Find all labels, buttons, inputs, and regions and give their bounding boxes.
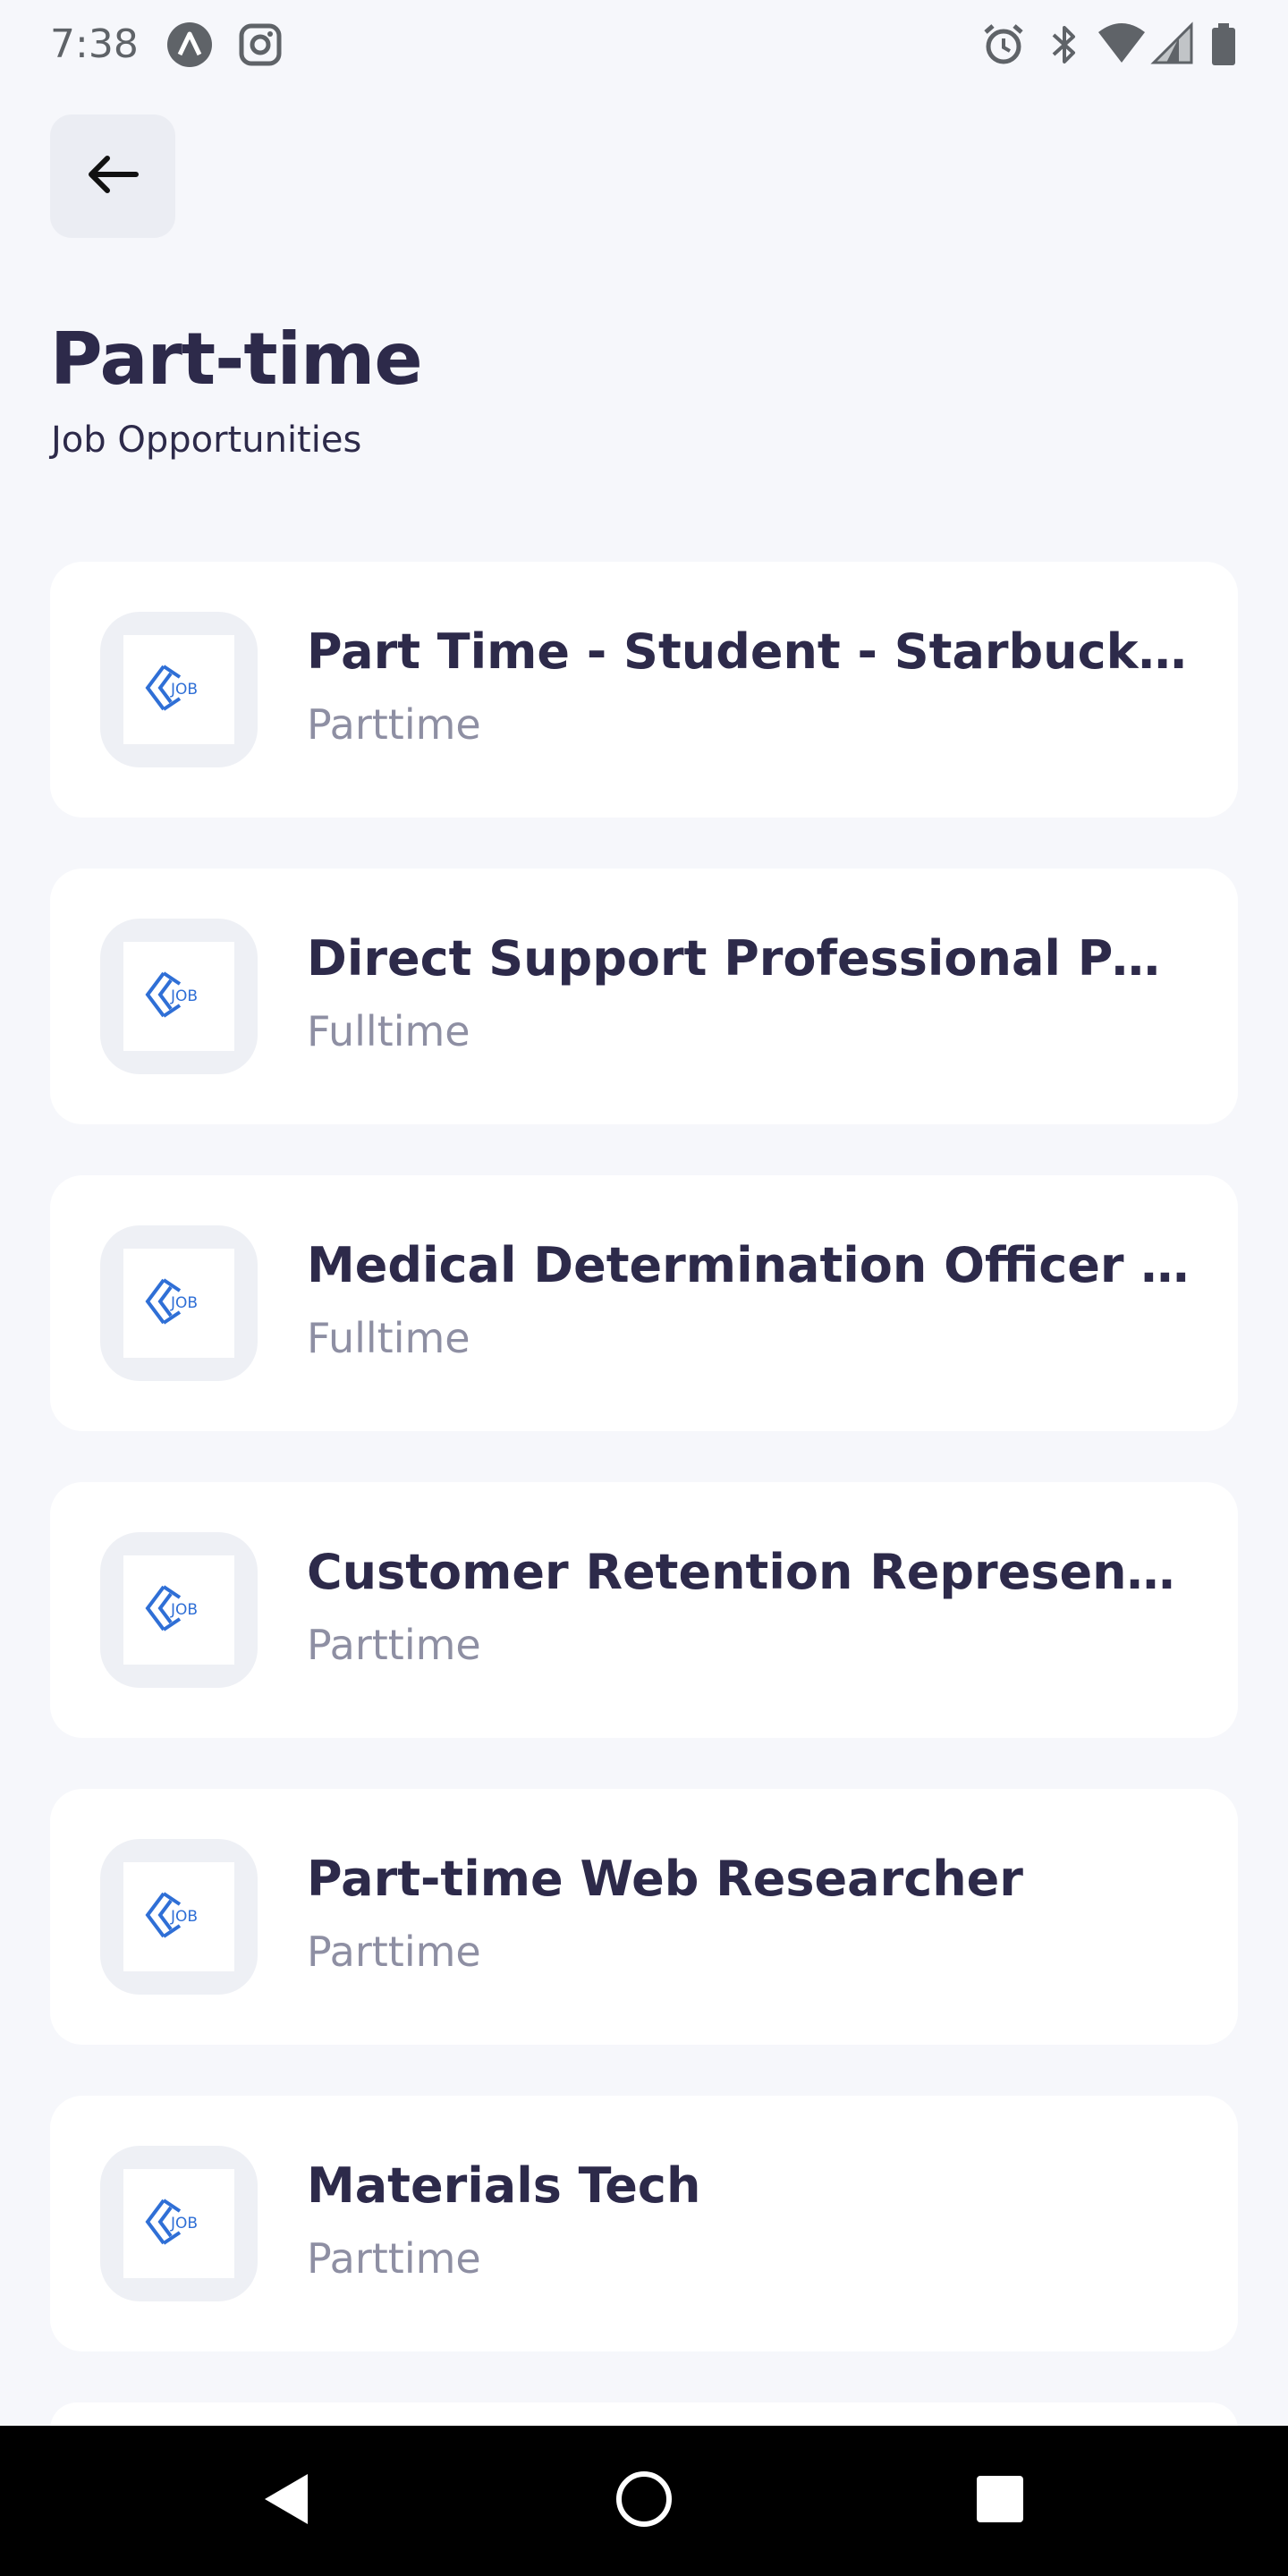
job-logo: JOB: [100, 2146, 258, 2301]
job-type: Parttime: [307, 1621, 481, 1669]
job-logo: JOB: [100, 1225, 258, 1381]
app-a-icon: [165, 21, 215, 68]
page-title: Part-time: [50, 318, 423, 401]
svg-text:JOB: JOB: [170, 1908, 198, 1926]
svg-text:JOB: JOB: [170, 987, 198, 1005]
job-logo: JOB: [100, 1532, 258, 1688]
job-type: Fulltime: [307, 1007, 470, 1055]
nav-back-icon: [261, 2470, 311, 2531]
arrow-left-icon: [86, 155, 140, 198]
svg-text:JOB: JOB: [170, 2215, 198, 2233]
job-card[interactable]: JOB Medical Determination Officer (P… Fu…: [50, 1175, 1238, 1431]
wifi-icon: [1097, 21, 1147, 68]
job-title: Materials Tech: [307, 2157, 701, 2214]
job-card[interactable]: JOB Customer Retention Representat… Part…: [50, 1482, 1238, 1738]
job-logo-icon: JOB: [144, 1275, 214, 1332]
job-card[interactable]: JOB Direct Support Professional Part-… F…: [50, 869, 1238, 1124]
system-nav-bar: [0, 2426, 1288, 2576]
status-bar: 7:38: [0, 0, 1288, 89]
job-logo-icon: JOB: [144, 1888, 214, 1945]
job-type: Parttime: [307, 700, 481, 749]
svg-text:JOB: JOB: [170, 1294, 198, 1312]
back-button[interactable]: [50, 114, 175, 238]
bluetooth-icon: [1045, 21, 1084, 68]
nav-home-button[interactable]: [599, 2426, 689, 2576]
job-logo: JOB: [100, 919, 258, 1074]
svg-text:JOB: JOB: [170, 681, 198, 699]
instagram-icon: [238, 21, 283, 68]
job-type: Parttime: [307, 1928, 481, 1976]
job-title: Part Time - Student - Starbucks…: [307, 623, 1192, 680]
job-logo-icon: JOB: [144, 661, 214, 718]
job-logo-icon: JOB: [144, 968, 214, 1025]
job-logo: JOB: [100, 612, 258, 767]
nav-home-icon: [614, 2470, 674, 2532]
job-type: Parttime: [307, 2234, 481, 2283]
job-type: Fulltime: [307, 1314, 470, 1362]
job-card[interactable]: JOB Part-time Web Researcher Parttime: [50, 1789, 1238, 2045]
battery-icon: [1209, 21, 1238, 68]
alarm-icon: [980, 21, 1027, 68]
nav-back-button[interactable]: [242, 2426, 331, 2576]
job-logo-icon: JOB: [144, 1581, 214, 1639]
job-logo: JOB: [100, 1839, 258, 1995]
signal-icon: [1150, 21, 1193, 68]
job-card[interactable]: JOB Materials Tech Parttime: [50, 2096, 1238, 2351]
screen: 7:38 Part-time Job Opportunities JOB Par…: [0, 0, 1288, 2576]
nav-recents-icon: [975, 2474, 1025, 2528]
job-logo-icon: JOB: [144, 2195, 214, 2252]
svg-text:JOB: JOB: [170, 1601, 198, 1619]
job-card[interactable]: JOB Part Time - Student - Starbucks… Par…: [50, 562, 1238, 818]
job-title: Part-time Web Researcher: [307, 1851, 1023, 1907]
page-subtitle: Job Opportunities: [51, 419, 362, 461]
job-title: Direct Support Professional Part-…: [307, 930, 1192, 987]
nav-recents-button[interactable]: [955, 2426, 1045, 2576]
job-title: Medical Determination Officer (P…: [307, 1237, 1192, 1293]
job-title: Customer Retention Representat…: [307, 1544, 1192, 1600]
status-time: 7:38: [50, 21, 139, 67]
